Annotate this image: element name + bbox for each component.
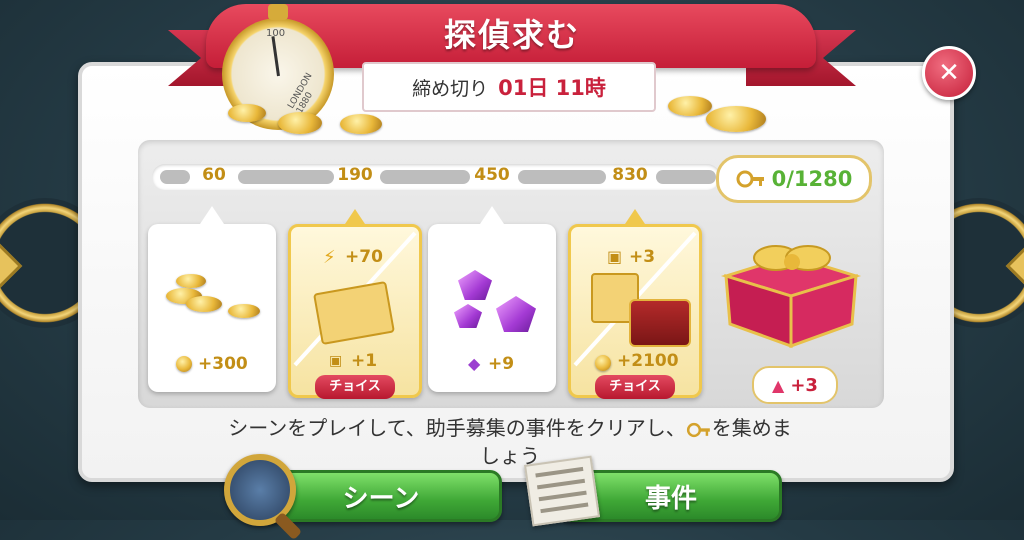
- gem-icon: [454, 304, 482, 328]
- close-icon: ✕: [938, 58, 960, 88]
- key-icon: [686, 422, 710, 437]
- coin-icon: [228, 104, 266, 122]
- reward-card-1[interactable]: +300: [148, 206, 276, 392]
- treasure-chest-icon: [629, 299, 691, 347]
- close-button[interactable]: ✕: [922, 46, 976, 100]
- stopwatch-number: 100: [266, 28, 286, 39]
- description-line-1: シーンをプレイして、助手募集の事件をクリアし、: [228, 416, 686, 440]
- coin-icon: [706, 106, 766, 132]
- progress-total-value: 0/1280: [771, 167, 853, 191]
- gift-chest-icon[interactable]: [716, 236, 866, 354]
- reward-bottom-amount: +2100: [617, 351, 679, 371]
- choice-badge: チョイス: [595, 375, 675, 399]
- description-line-1-end: を集めま: [711, 416, 792, 440]
- reward-card-4[interactable]: ▣ +3 +2100 チョイス: [568, 209, 702, 399]
- ticket-icon: ▣: [329, 353, 343, 369]
- reward-card-2[interactable]: ⚡ +70 ▣ +1 チョイス: [288, 209, 422, 399]
- reward-top-amount: +70: [345, 247, 383, 267]
- milestone-label: 830: [612, 165, 648, 185]
- deadline-label: 締め切り: [412, 77, 489, 100]
- chest-icon: ▲: [772, 375, 785, 395]
- grand-prize-value: +3: [790, 374, 818, 396]
- reward-amount: +9: [488, 354, 515, 374]
- gem-icon: [458, 270, 492, 300]
- progress-segment: [656, 170, 716, 184]
- progress-segment: [238, 170, 334, 184]
- newspaper-icon: [524, 455, 600, 527]
- coin-icon: [186, 296, 222, 312]
- choice-badge: チョイス: [315, 375, 395, 399]
- scene-button[interactable]: シーン: [260, 470, 502, 522]
- coin-icon: [668, 96, 712, 116]
- coin-icon: [595, 355, 611, 371]
- progress-segment: [518, 170, 606, 184]
- progress-segment: [380, 170, 470, 184]
- energy-icon: ⚡: [323, 247, 336, 268]
- deadline-box: 締め切り 01日 11時: [362, 62, 656, 112]
- page-title: 探偵求む: [443, 16, 580, 54]
- reward-bottom-amount: +1: [351, 351, 378, 371]
- gem-icon: [496, 296, 536, 332]
- coin-icon: [176, 274, 206, 288]
- gem-icon: ◆: [468, 354, 481, 373]
- milestone-label: 190: [337, 165, 373, 185]
- reward-amount: +300: [198, 354, 248, 374]
- reward-top-amount: +3: [629, 247, 656, 267]
- milestone-label: 450: [474, 165, 510, 185]
- deadline-value: 01日 11時: [498, 76, 606, 100]
- coin-icon: [340, 114, 382, 134]
- ticket-icon: ▣: [607, 247, 623, 266]
- coin-icon: [176, 356, 192, 372]
- key-icon: [736, 170, 764, 188]
- magnifier-icon: [224, 454, 303, 540]
- grand-prize-badge: ▲ +3: [752, 366, 838, 404]
- milestone-label: 60: [202, 165, 226, 185]
- coin-icon: [278, 112, 322, 134]
- coin-icon: [228, 304, 260, 318]
- reward-card-3[interactable]: ◆ +9: [428, 206, 556, 392]
- progress-total: 0/1280: [716, 155, 872, 203]
